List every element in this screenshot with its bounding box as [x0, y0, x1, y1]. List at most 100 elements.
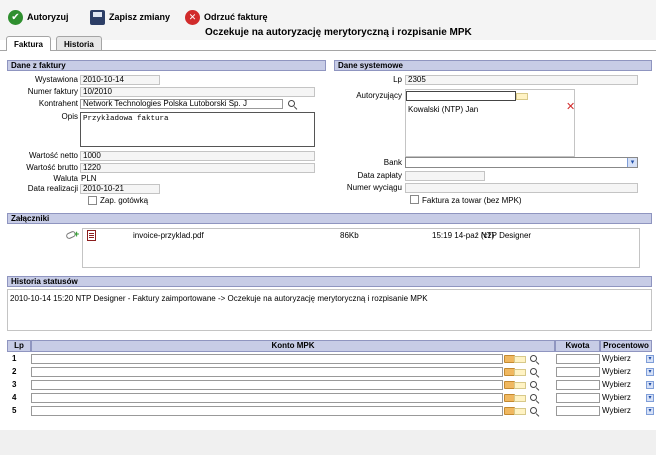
accept-icon: ✔	[8, 9, 23, 25]
mpk-amount-input[interactable]	[556, 367, 600, 377]
system-section-header: Dane systemowe	[334, 60, 652, 71]
mpk-amount-input[interactable]	[556, 354, 600, 364]
realization-label: Data realizacji	[27, 184, 78, 193]
footer-bar	[0, 430, 656, 455]
mpk-account-input[interactable]	[31, 367, 503, 377]
tag-icon	[514, 408, 526, 415]
statement-label: Numer wyciągu	[346, 183, 402, 192]
chevron-down-icon: ▾	[646, 368, 654, 376]
mpk-account-input[interactable]	[31, 380, 503, 390]
save-label: Zapisz zmiany	[109, 12, 171, 22]
description-label: Opis	[61, 112, 78, 121]
search-icon[interactable]	[530, 368, 540, 379]
pdf-icon	[87, 230, 96, 241]
lp-label: Lp	[393, 75, 402, 84]
authorizer-input[interactable]	[406, 91, 516, 101]
attachment-size: 86Kb	[340, 231, 359, 240]
search-icon[interactable]	[530, 381, 540, 392]
tab-historia[interactable]: Historia	[56, 36, 102, 51]
attachment-author: NTP Designer	[481, 231, 532, 240]
tag-icon	[514, 356, 526, 363]
bank-select[interactable]: ▾	[405, 157, 638, 168]
number-label: Numer faktury	[27, 87, 78, 96]
mpk-row-lp: 3	[12, 380, 17, 389]
mpk-row-lp: 2	[12, 367, 17, 376]
reject-label: Odrzuć fakturę	[204, 12, 268, 22]
net-field[interactable]: 1000	[80, 151, 315, 161]
mpk-percent-select[interactable]: Wybierz ▾	[601, 354, 654, 364]
number-field[interactable]: 10/2010	[80, 87, 315, 97]
issued-label: Wystawiona	[34, 75, 78, 84]
status-history-entry: 2010-10-14 15:20 NTP Designer - Faktury …	[10, 294, 428, 303]
mpk-percent-select[interactable]: Wybierz ▾	[601, 406, 654, 416]
chevron-down-icon: ▾	[646, 407, 654, 415]
cash-label: Zap. gotówką	[100, 196, 149, 205]
mpk-account-input[interactable]	[31, 393, 503, 403]
mpk-percent-select[interactable]: Wybierz ▾	[601, 367, 654, 377]
status-history-section-header: Historia statusów	[7, 276, 652, 287]
remove-icon[interactable]: ✕	[566, 102, 575, 113]
mpk-amount-input[interactable]	[556, 380, 600, 390]
tag-icon	[514, 369, 526, 376]
attachment-name[interactable]: invoice-przyklad.pdf	[133, 231, 204, 240]
chevron-down-icon: ▾	[646, 355, 654, 363]
page-title: Oczekuje na autoryzację merytoryczną i r…	[205, 27, 472, 38]
contractor-field[interactable]: Network Technologies Polska Lutoborski S…	[80, 99, 283, 109]
mpk-percent-select[interactable]: Wybierz ▾	[601, 380, 654, 390]
goods-checkbox[interactable]	[410, 195, 419, 204]
mpk-row-lp: 4	[12, 393, 17, 402]
mpk-row-lp: 1	[12, 354, 17, 363]
tab-divider	[0, 50, 656, 51]
contractor-label: Kontrahent	[38, 99, 78, 108]
reject-icon: ✕	[185, 9, 200, 25]
gross-field[interactable]: 1220	[80, 163, 315, 173]
realization-field[interactable]: 2010-10-21	[80, 184, 160, 194]
net-label: Wartość netto	[28, 151, 78, 160]
attachments-section-header: Załączniki	[7, 213, 652, 224]
mpk-col-account: Konto MPK	[31, 340, 555, 352]
lp-field: 2305	[405, 75, 638, 85]
authorize-button[interactable]: ✔ Autoryzuj	[8, 8, 69, 26]
chevron-down-icon: ▾	[646, 381, 654, 389]
goods-label: Faktura za towar (bez MPK)	[422, 196, 522, 205]
description-textarea[interactable]: Przykładowa faktura	[80, 112, 315, 147]
cash-checkbox[interactable]	[88, 196, 97, 205]
mpk-percent-select[interactable]: Wybierz ▾	[601, 393, 654, 403]
authorize-label: Autoryzuj	[27, 12, 69, 22]
chevron-down-icon: ▾	[627, 158, 637, 167]
mpk-col-amount: Kwota	[555, 340, 600, 352]
authorizer-label: Autoryzujący	[356, 91, 402, 100]
mpk-account-input[interactable]	[31, 354, 503, 364]
gross-label: Wartość brutto	[26, 163, 78, 172]
tab-faktura[interactable]: Faktura	[6, 36, 51, 51]
mpk-percent-value: Wybierz	[602, 354, 631, 363]
payment-date-field[interactable]	[405, 171, 485, 181]
payment-date-label: Data zapłaty	[357, 171, 402, 180]
mpk-account-input[interactable]	[31, 406, 503, 416]
reject-button[interactable]: ✕ Odrzuć fakturę	[185, 8, 268, 26]
search-icon[interactable]	[530, 407, 540, 418]
folder-icon[interactable]	[516, 93, 528, 100]
chevron-down-icon: ▾	[646, 394, 654, 402]
save-button[interactable]: Zapisz zmiany	[90, 8, 170, 26]
currency-label: Waluta	[53, 174, 78, 183]
search-icon[interactable]	[530, 355, 540, 366]
mpk-percent-value: Wybierz	[602, 406, 631, 415]
search-icon[interactable]	[288, 100, 298, 111]
issued-field[interactable]: 2010-10-14	[80, 75, 160, 85]
mpk-percent-value: Wybierz	[602, 393, 631, 402]
bank-label: Bank	[383, 158, 402, 167]
search-icon[interactable]	[530, 394, 540, 405]
mpk-amount-input[interactable]	[556, 406, 600, 416]
save-icon	[90, 9, 105, 25]
tag-icon	[514, 395, 526, 402]
authorizer-name: Kowalski (NTP) Jan	[408, 105, 479, 114]
invoice-section-header: Dane z faktury	[7, 60, 326, 71]
add-attachment-icon[interactable]: +	[65, 230, 80, 240]
mpk-amount-input[interactable]	[556, 393, 600, 403]
tag-icon	[514, 382, 526, 389]
currency-value: PLN	[81, 174, 97, 183]
mpk-col-lp: Lp	[7, 340, 31, 352]
mpk-percent-value: Wybierz	[602, 380, 631, 389]
statement-field[interactable]	[405, 183, 638, 193]
